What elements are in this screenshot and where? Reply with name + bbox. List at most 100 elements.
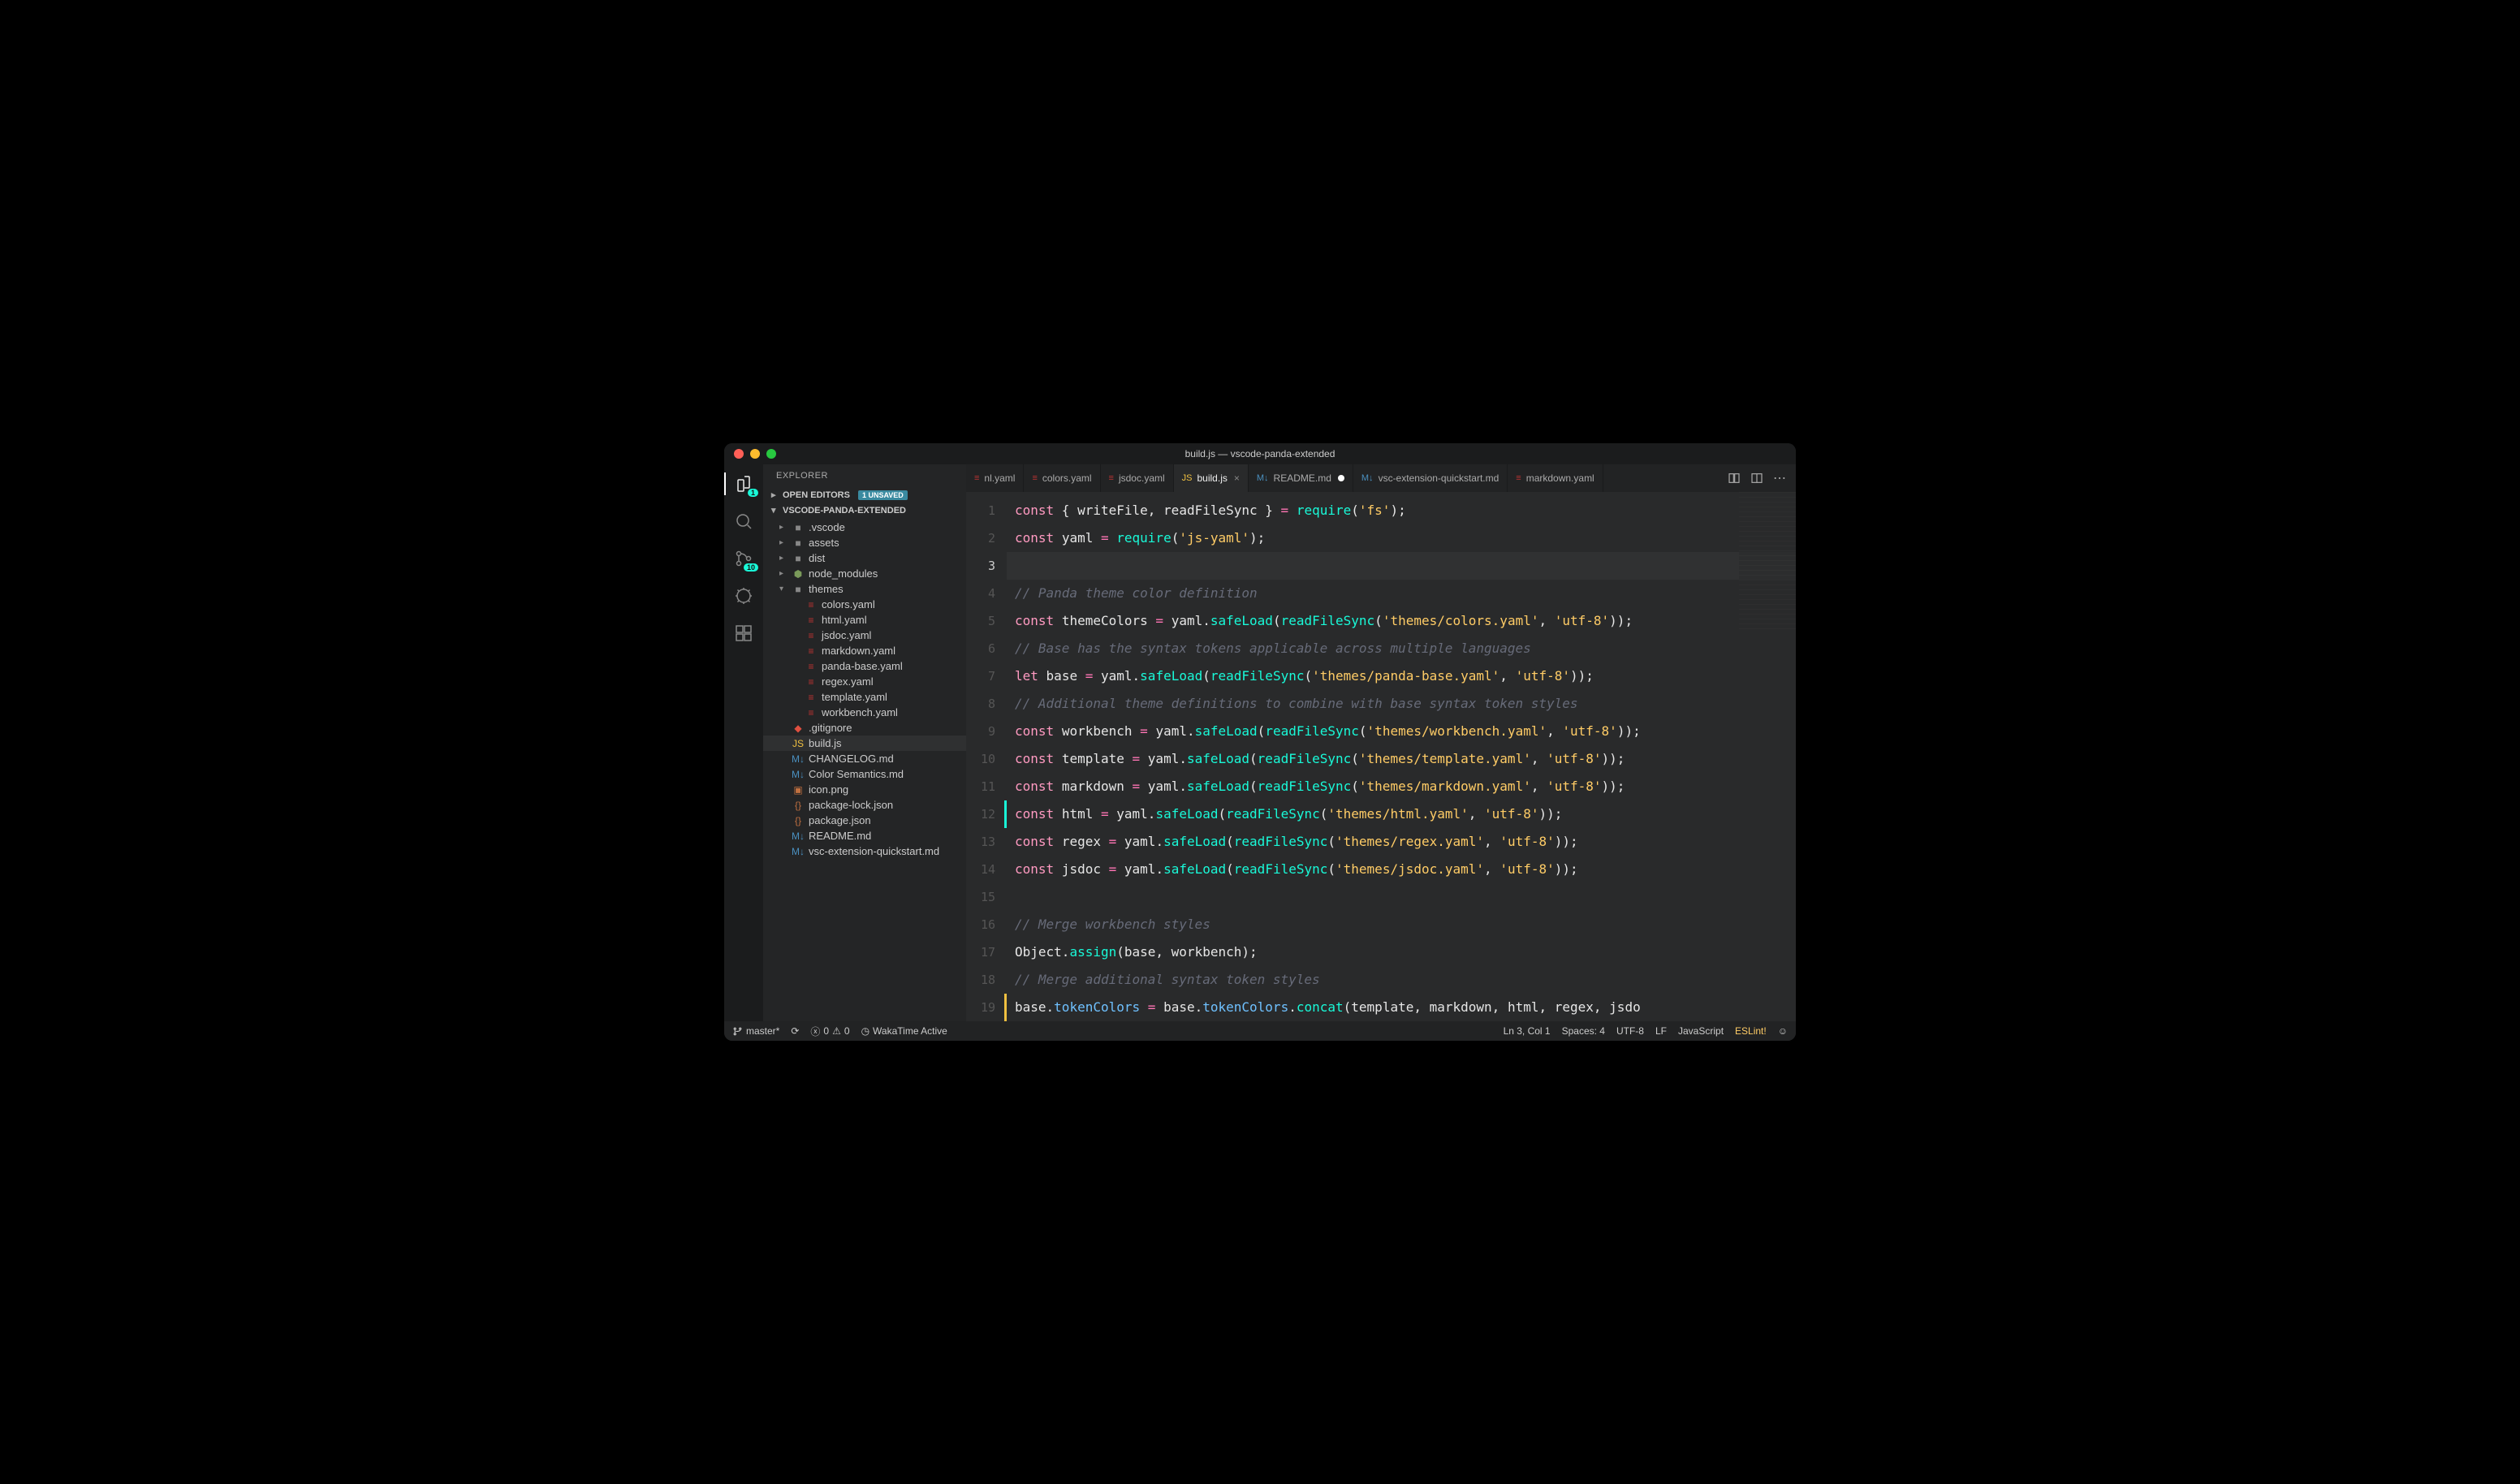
tab-label: README.md — [1274, 472, 1331, 484]
tree-item[interactable]: ≡markdown.yaml — [763, 643, 966, 658]
line-number[interactable]: 11 — [966, 773, 995, 800]
editor[interactable]: 12345678910111213141516171819 const { wr… — [966, 492, 1796, 1021]
tree-item[interactable]: ≡jsdoc.yaml — [763, 628, 966, 643]
code-line[interactable]: const workbench = yaml.safeLoad(readFile… — [1007, 718, 1796, 745]
tree-item[interactable]: {}package.json — [763, 813, 966, 828]
line-number[interactable]: 7 — [966, 662, 995, 690]
code-line[interactable]: const template = yaml.safeLoad(readFileS… — [1007, 745, 1796, 773]
workbench-body: 1 10 EXPLORER ▸ OPEN EDITORS 1 UNSAVED — [724, 464, 1796, 1021]
split-editor-icon[interactable] — [1750, 472, 1763, 485]
tree-item[interactable]: {}package-lock.json — [763, 797, 966, 813]
editor-tab[interactable]: JSbuild.js× — [1174, 464, 1249, 492]
tree-item[interactable]: ≡regex.yaml — [763, 674, 966, 689]
code-content[interactable]: const { writeFile, readFileSync } = requ… — [1007, 492, 1796, 1021]
activity-explorer-icon[interactable]: 1 — [732, 472, 755, 495]
line-number[interactable]: 5 — [966, 607, 995, 635]
code-line[interactable]: // Base has the syntax tokens applicable… — [1007, 635, 1796, 662]
code-line[interactable]: const html = yaml.safeLoad(readFileSync(… — [1007, 800, 1796, 828]
tree-item[interactable]: ▾■themes — [763, 581, 966, 597]
sync-button[interactable]: ⟳ — [791, 1025, 799, 1037]
line-number[interactable]: 17 — [966, 938, 995, 966]
line-number[interactable]: 6 — [966, 635, 995, 662]
line-number[interactable]: 2 — [966, 524, 995, 552]
editor-tab[interactable]: M↓vsc-extension-quickstart.md — [1353, 464, 1508, 492]
line-number[interactable]: 19 — [966, 994, 1007, 1021]
activity-scm-icon[interactable]: 10 — [732, 547, 755, 570]
tree-item[interactable]: M↓vsc-extension-quickstart.md — [763, 843, 966, 859]
cursor-position[interactable]: Ln 3, Col 1 — [1504, 1025, 1551, 1037]
tree-item[interactable]: ▸⬢node_modules — [763, 566, 966, 581]
code-line[interactable] — [1007, 883, 1796, 911]
line-number[interactable]: 16 — [966, 911, 995, 938]
minimize-window-button[interactable] — [750, 449, 760, 459]
indentation[interactable]: Spaces: 4 — [1562, 1025, 1605, 1037]
maximize-window-button[interactable] — [766, 449, 776, 459]
line-number[interactable]: 4 — [966, 580, 995, 607]
line-number[interactable]: 12 — [966, 800, 1007, 828]
line-number[interactable]: 15 — [966, 883, 995, 911]
editor-tab[interactable]: ≡colors.yaml — [1024, 464, 1100, 492]
tree-item[interactable]: ▸■dist — [763, 550, 966, 566]
tree-item[interactable]: M↓README.md — [763, 828, 966, 843]
tree-item[interactable]: JSbuild.js — [763, 736, 966, 751]
tree-item[interactable]: M↓Color Semantics.md — [763, 766, 966, 782]
tree-item[interactable]: ≡colors.yaml — [763, 597, 966, 612]
line-number[interactable]: 3 — [966, 552, 995, 580]
code-line[interactable]: const jsdoc = yaml.safeLoad(readFileSync… — [1007, 856, 1796, 883]
eol[interactable]: LF — [1655, 1025, 1667, 1037]
code-line[interactable]: base.tokenColors = base.tokenColors.conc… — [1007, 994, 1796, 1021]
code-line[interactable]: const yaml = require('js-yaml'); — [1007, 524, 1796, 552]
feedback-icon[interactable]: ☺ — [1778, 1025, 1788, 1037]
language-mode[interactable]: JavaScript — [1678, 1025, 1724, 1037]
code-line[interactable]: const { writeFile, readFileSync } = requ… — [1007, 497, 1796, 524]
line-number[interactable]: 1 — [966, 497, 995, 524]
minimap[interactable] — [1739, 492, 1796, 630]
code-line[interactable]: const regex = yaml.safeLoad(readFileSync… — [1007, 828, 1796, 856]
line-number[interactable]: 9 — [966, 718, 995, 745]
activity-debug-icon[interactable] — [732, 585, 755, 607]
code-line[interactable]: // Panda theme color definition — [1007, 580, 1796, 607]
tree-item[interactable]: ▸■.vscode — [763, 520, 966, 535]
code-line[interactable]: const markdown = yaml.safeLoad(readFileS… — [1007, 773, 1796, 800]
branch-indicator[interactable]: master* — [732, 1025, 779, 1037]
project-header[interactable]: ▾ VSCODE-PANDA-EXTENDED — [763, 503, 966, 518]
code-line[interactable]: // Additional theme definitions to combi… — [1007, 690, 1796, 718]
code-line[interactable]: // Merge additional syntax token styles — [1007, 966, 1796, 994]
line-number[interactable]: 10 — [966, 745, 995, 773]
code-line[interactable]: let base = yaml.safeLoad(readFileSync('t… — [1007, 662, 1796, 690]
code-line[interactable]: const themeColors = yaml.safeLoad(readFi… — [1007, 607, 1796, 635]
open-editors-header[interactable]: ▸ OPEN EDITORS 1 UNSAVED — [763, 487, 966, 503]
tree-item[interactable]: ◆.gitignore — [763, 720, 966, 736]
compare-icon[interactable] — [1728, 472, 1741, 485]
yaml-icon: ≡ — [805, 707, 818, 718]
code-line[interactable]: Object.assign(base, workbench); — [1007, 938, 1796, 966]
editor-tab[interactable]: M↓README.md — [1249, 464, 1353, 492]
line-number[interactable]: 8 — [966, 690, 995, 718]
tree-item[interactable]: ≡html.yaml — [763, 612, 966, 628]
line-number[interactable]: 14 — [966, 856, 995, 883]
activity-extensions-icon[interactable] — [732, 622, 755, 645]
tree-item[interactable]: M↓CHANGELOG.md — [763, 751, 966, 766]
line-number[interactable]: 13 — [966, 828, 995, 856]
code-line[interactable] — [1007, 552, 1796, 580]
tree-item[interactable]: ▣icon.png — [763, 782, 966, 797]
wakatime-indicator[interactable]: ◷ WakaTime Active — [861, 1025, 947, 1037]
editor-tab[interactable]: ≡markdown.yaml — [1508, 464, 1603, 492]
encoding[interactable]: UTF-8 — [1616, 1025, 1644, 1037]
close-tab-icon[interactable]: × — [1234, 472, 1240, 484]
tree-item[interactable]: ≡workbench.yaml — [763, 705, 966, 720]
problems-indicator[interactable]: ⓧ0 ⚠0 — [810, 1025, 849, 1038]
folder-icon: ■ — [792, 584, 805, 595]
editor-tab[interactable]: ≡nl.yaml — [966, 464, 1024, 492]
tree-item[interactable]: ≡template.yaml — [763, 689, 966, 705]
more-icon[interactable]: ⋯ — [1773, 470, 1786, 486]
line-number[interactable]: 18 — [966, 966, 995, 994]
tree-item[interactable]: ≡panda-base.yaml — [763, 658, 966, 674]
activity-search-icon[interactable] — [732, 510, 755, 533]
tree-item-label: package.json — [809, 814, 871, 826]
tree-item[interactable]: ▸■assets — [763, 535, 966, 550]
code-line[interactable]: // Merge workbench styles — [1007, 911, 1796, 938]
eslint-status[interactable]: ESLint! — [1735, 1025, 1767, 1037]
close-window-button[interactable] — [734, 449, 744, 459]
editor-tab[interactable]: ≡jsdoc.yaml — [1101, 464, 1174, 492]
